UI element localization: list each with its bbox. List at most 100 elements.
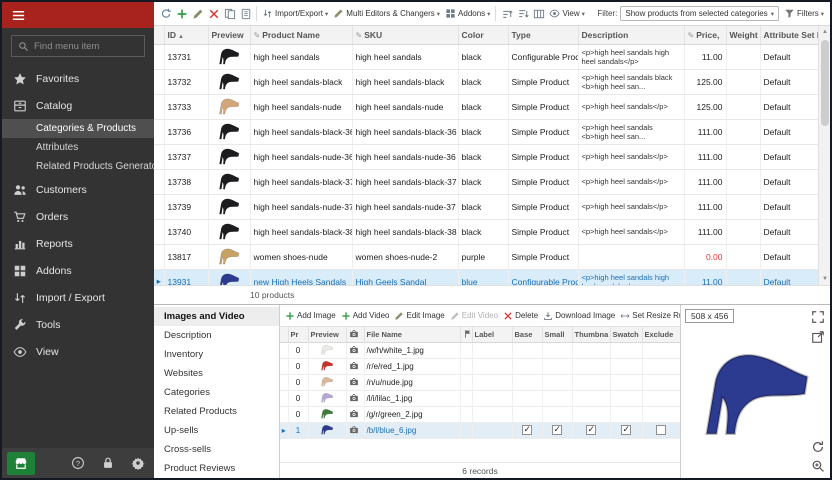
- tab-images-and-video[interactable]: Images and Video: [154, 307, 279, 326]
- tab-product-reviews[interactable]: Product Reviews: [154, 459, 279, 478]
- hamburger-menu-icon[interactable]: [11, 8, 26, 23]
- column-header-weight[interactable]: Weight: [726, 26, 760, 44]
- column-header-product-name[interactable]: ✎Product Name: [250, 26, 352, 44]
- open-external-button[interactable]: [811, 330, 825, 344]
- product-row[interactable]: 13738high heel sandals-black-37high heel…: [154, 169, 818, 194]
- refresh-button[interactable]: [158, 5, 173, 22]
- swatch-checkbox[interactable]: [621, 425, 631, 435]
- image-row[interactable]: 0/w/h/white_1.jpg: [280, 342, 680, 358]
- product-row[interactable]: 13731high heel sandalshigh heel sandalsb…: [154, 44, 818, 69]
- settings-button[interactable]: [127, 452, 149, 474]
- store-button[interactable]: [7, 452, 35, 475]
- thumbnail-checkbox[interactable]: [586, 425, 596, 435]
- filters-dropdown[interactable]: Filters▾: [782, 6, 826, 21]
- paste-button[interactable]: [238, 5, 253, 22]
- sidebar-subitem-categories-products[interactable]: Categories & Products: [2, 119, 154, 138]
- add-product-button[interactable]: [174, 5, 189, 22]
- column-header-id[interactable]: ID▲: [164, 26, 208, 44]
- fullscreen-button[interactable]: [811, 310, 825, 324]
- product-row[interactable]: 13739high heel sandals-nude-37high heel …: [154, 194, 818, 219]
- camera-icon: [349, 377, 359, 387]
- help-button[interactable]: ?: [67, 452, 89, 474]
- edit-product-button[interactable]: [190, 5, 205, 22]
- product-row[interactable]: 13817women shoes-nudewomen shoes-nude-2p…: [154, 244, 818, 269]
- category-filter-select[interactable]: Show products from selected categories ▾: [620, 6, 779, 21]
- column-header-label[interactable]: Label: [472, 327, 512, 342]
- tab-inventory[interactable]: Inventory: [154, 345, 279, 364]
- zoom-button[interactable]: [811, 459, 825, 473]
- view-dropdown[interactable]: View▾: [547, 6, 586, 21]
- delete-product-button[interactable]: [206, 5, 221, 22]
- sidebar-item-customers[interactable]: Customers: [2, 176, 154, 203]
- edit-video-button[interactable]: Edit Video: [450, 311, 498, 321]
- sidebar-item-view[interactable]: View: [2, 338, 154, 365]
- delete-button[interactable]: Delete: [503, 311, 538, 321]
- column-header-preview[interactable]: Preview: [308, 327, 346, 342]
- column-settings-button[interactable]: [531, 5, 546, 22]
- base-checkbox[interactable]: [522, 425, 532, 435]
- tab-websites[interactable]: Websites: [154, 364, 279, 383]
- sidebar-item-addons[interactable]: Addons: [2, 257, 154, 284]
- product-row[interactable]: 13733high heel sandals-nudehigh heel san…: [154, 94, 818, 119]
- tab-cross-sells[interactable]: Cross-sells: [154, 440, 279, 459]
- column-header-base[interactable]: Base: [512, 327, 542, 342]
- tab-description[interactable]: Description: [154, 326, 279, 345]
- product-row[interactable]: 13737high heel sandals-nude-36high heel …: [154, 144, 818, 169]
- product-row[interactable]: 13736high heel sandals-black-36high heel…: [154, 119, 818, 144]
- add-image-button[interactable]: Add Image: [285, 311, 336, 321]
- image-row[interactable]: 0/l/i/lilac_1.jpg: [280, 390, 680, 406]
- column-header-pr[interactable]: Pr: [288, 327, 308, 342]
- column-header-color[interactable]: Color: [458, 26, 508, 44]
- column-header-camera[interactable]: [346, 327, 364, 342]
- column-header-price[interactable]: ✎Price,: [684, 26, 726, 44]
- scroll-down-arrow[interactable]: ▼: [819, 273, 830, 285]
- column-header-sku[interactable]: ✎SKU: [352, 26, 458, 44]
- column-header-small[interactable]: Small: [542, 327, 572, 342]
- scroll-up-arrow[interactable]: ▲: [819, 26, 830, 38]
- sidebar-item-catalog[interactable]: Catalog: [2, 92, 154, 119]
- exclude-checkbox[interactable]: [656, 425, 666, 435]
- column-header-flag[interactable]: [460, 327, 472, 342]
- column-header-exclude[interactable]: Exclude: [642, 327, 680, 342]
- copy-button[interactable]: [222, 5, 237, 22]
- download-image-button[interactable]: Download Image: [543, 311, 615, 321]
- sidebar-item-reports[interactable]: Reports: [2, 230, 154, 257]
- rotate-button[interactable]: [811, 440, 825, 454]
- column-header-preview[interactable]: Preview: [208, 26, 250, 44]
- menu-search-input[interactable]: [34, 41, 138, 52]
- scrollbar-thumb[interactable]: [821, 40, 829, 126]
- sidebar-item-import-export[interactable]: Import / Export: [2, 284, 154, 311]
- sidebar-item-favorites[interactable]: Favorites: [2, 65, 154, 92]
- image-row[interactable]: 0/g/r/green_2.jpg: [280, 406, 680, 422]
- sidebar-subitem-related-products-generator[interactable]: Related Products Generator: [2, 157, 154, 176]
- product-row[interactable]: 13732high heel sandals-blackhigh heel sa…: [154, 69, 818, 94]
- sidebar-subitem-attributes[interactable]: Attributes: [2, 138, 154, 157]
- add-video-button[interactable]: Add Video: [341, 311, 390, 321]
- column-header-type[interactable]: Type: [508, 26, 578, 44]
- set-resize-rule-button[interactable]: Set Resize Rule: [620, 311, 680, 321]
- column-header-swatch[interactable]: Swatch: [610, 327, 642, 342]
- edit-image-button[interactable]: Edit Image: [394, 311, 444, 321]
- sort-descending-button[interactable]: [515, 5, 530, 22]
- product-row[interactable]: ▸13931new High Heels SandalsHigh Geels S…: [154, 269, 818, 286]
- column-header-thumbna[interactable]: Thumbna: [572, 327, 610, 342]
- column-header-file-name[interactable]: File Name: [364, 327, 460, 342]
- image-row[interactable]: 0/r/e/red_1.jpg: [280, 358, 680, 374]
- tab-related-products[interactable]: Related Products: [154, 402, 279, 421]
- column-header-description[interactable]: Description: [578, 26, 684, 44]
- lock-button[interactable]: [97, 452, 119, 474]
- addons-dropdown[interactable]: Addons▾: [443, 6, 492, 21]
- small-checkbox[interactable]: [552, 425, 562, 435]
- sidebar-item-tools[interactable]: Tools: [2, 311, 154, 338]
- product-row[interactable]: 13740high heel sandals-black-38high heel…: [154, 219, 818, 244]
- image-row[interactable]: 0/n/u/nude.jpg: [280, 374, 680, 390]
- vertical-scrollbar[interactable]: ▲ ▼: [818, 26, 830, 285]
- tab-categories[interactable]: Categories: [154, 383, 279, 402]
- sidebar-item-orders[interactable]: Orders: [2, 203, 154, 230]
- tab-up-sells[interactable]: Up-sells: [154, 421, 279, 440]
- import-export-dropdown[interactable]: Import/Export▾: [260, 6, 330, 21]
- multi-editors-dropdown[interactable]: Multi Editors & Changers▾: [331, 6, 442, 21]
- column-header-attribute-set-name[interactable]: Attribute Set Name: [760, 26, 818, 44]
- image-row[interactable]: ▸1/b/l/blue_6.jpg: [280, 422, 680, 438]
- sort-ascending-button[interactable]: [499, 5, 514, 22]
